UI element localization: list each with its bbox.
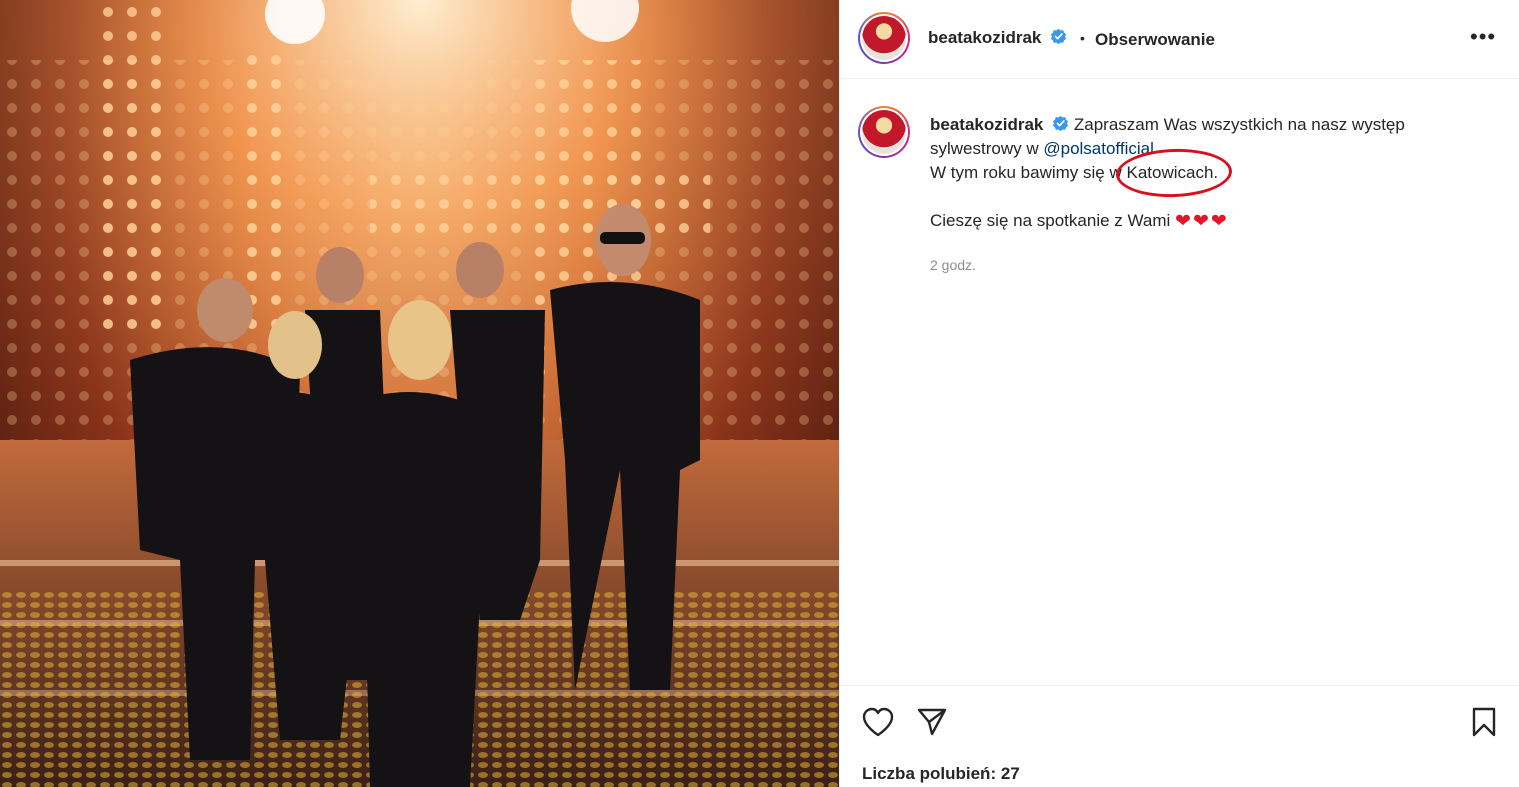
- caption-text-2: W tym roku bawimy się w: [930, 163, 1127, 182]
- verified-badge-icon: [1050, 28, 1066, 45]
- post-caption: beatakozidrak Zapraszam Was wszystkich n…: [930, 113, 1490, 234]
- hearts-emoji: ❤❤❤: [1175, 211, 1229, 232]
- caption-avatar[interactable]: [858, 106, 910, 158]
- highlighted-city: Katowicach.: [1115, 146, 1234, 200]
- avatar[interactable]: [858, 12, 910, 64]
- caption-username[interactable]: beatakozidrak: [930, 115, 1043, 134]
- separator-dot: •: [1080, 30, 1085, 46]
- bookmark-icon[interactable]: [1466, 704, 1502, 740]
- verified-badge-icon: [1052, 115, 1069, 132]
- post-photo[interactable]: [0, 0, 839, 787]
- post-header: beatakozidrak • Obserwowanie •••: [840, 0, 1519, 79]
- more-options-icon[interactable]: •••: [1470, 24, 1496, 50]
- caption-text-3: Cieszę się na spotkanie z Wami: [930, 211, 1176, 230]
- likes-count[interactable]: Liczba polubień: 27: [862, 764, 1020, 784]
- post-actions: Liczba polubień: 27: [840, 685, 1519, 787]
- author-row: beatakozidrak: [928, 28, 1067, 48]
- heart-icon[interactable]: [860, 704, 896, 740]
- paper-plane-icon[interactable]: [914, 704, 950, 740]
- photo-illustration: [0, 0, 839, 787]
- author-username[interactable]: beatakozidrak: [928, 28, 1041, 47]
- post-side-panel: beatakozidrak • Obserwowanie ••• beatako…: [840, 0, 1519, 787]
- post-timestamp[interactable]: 2 godz.: [930, 257, 976, 273]
- following-button[interactable]: Obserwowanie: [1095, 30, 1215, 50]
